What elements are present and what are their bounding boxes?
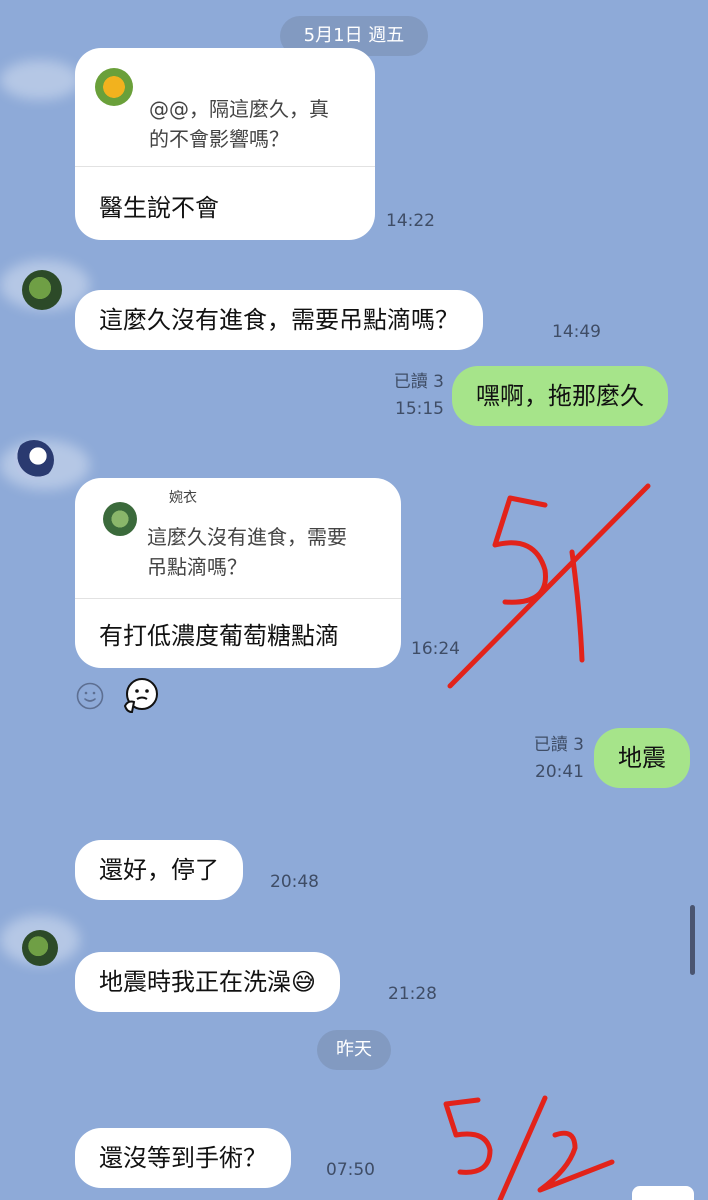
message-time: 14:49 — [552, 322, 601, 342]
scrollbar-thumb[interactable] — [690, 905, 695, 975]
sender-avatar[interactable] — [22, 930, 58, 966]
message-time: 07:50 — [326, 1160, 375, 1180]
quoted-message-line: @@，隔這麼久，真 — [149, 97, 329, 121]
message-time: 15:15 — [395, 399, 444, 419]
quoted-sender-avatar — [95, 68, 133, 106]
message-time: 21:28 — [388, 984, 437, 1004]
message-text: 有打低濃度葡萄糖點滴 — [99, 622, 339, 650]
message-time: 14:22 — [386, 211, 435, 231]
quoted-message-line: 的不會影響嗎？ — [149, 127, 289, 151]
quoted-message-line: 吊點滴嗎？ — [147, 555, 247, 579]
message-bubble[interactable]: 這麼久沒有進食，需要吊點滴嗎？ — [75, 290, 483, 350]
sender-avatar[interactable] — [14, 440, 54, 480]
message-bubble[interactable]: 地震時我正在洗澡😅 — [75, 952, 341, 1012]
reply-message-bubble[interactable]: @@，隔這麼久，真 的不會影響嗎？ 醫生說不會 — [75, 48, 375, 240]
my-message-bubble[interactable]: 地震 — [594, 728, 690, 788]
my-message-bubble[interactable]: 嘿啊，拖那麼久 — [452, 366, 668, 426]
thinking-face-sticker-icon[interactable] — [120, 676, 160, 716]
message-time: 16:24 — [411, 639, 460, 659]
message-time: 20:48 — [270, 872, 319, 892]
quoted-sender-avatar — [103, 502, 137, 536]
sender-avatar[interactable] — [22, 270, 62, 310]
partial-ui-element — [632, 1186, 694, 1200]
message-bubble[interactable]: 還好，停了 — [75, 840, 243, 900]
blur-artifact — [0, 60, 80, 100]
message-text: 醫生說不會 — [99, 194, 219, 222]
reply-message-bubble[interactable]: 婉衣 這麼久沒有進食，需要 吊點滴嗎？ 有打低濃度葡萄糖點滴 — [75, 478, 401, 668]
message-bubble[interactable]: 還沒等到手術？ — [75, 1128, 291, 1188]
date-separator: 昨天 — [317, 1030, 391, 1070]
quoted-sender-name: 婉衣 — [169, 490, 197, 506]
quote-divider — [75, 598, 401, 599]
message-time: 20:41 — [535, 762, 584, 782]
quoted-message-line: 這麼久沒有進食，需要 — [147, 525, 347, 549]
read-receipt: 已讀 3 — [393, 372, 444, 392]
quote-divider — [75, 166, 375, 167]
read-receipt: 已讀 3 — [533, 735, 584, 755]
add-reaction-icon[interactable] — [76, 682, 104, 710]
